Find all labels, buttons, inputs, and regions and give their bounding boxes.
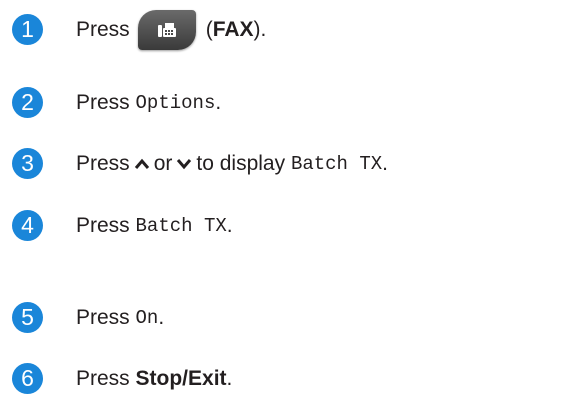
step-number-badge: 1 xyxy=(12,14,43,45)
batch-tx-label: Batch TX xyxy=(290,152,383,175)
period: . xyxy=(382,151,388,175)
step-number-badge: 2 xyxy=(12,87,43,118)
step-verb: Press xyxy=(76,366,130,390)
step-text: Press Stop/Exit. xyxy=(76,363,232,394)
fax-button-icon xyxy=(137,9,196,50)
step-text: Press Batch TX. xyxy=(76,210,233,241)
paren-close: ). xyxy=(253,17,267,41)
chevron-down-icon xyxy=(177,158,192,169)
stop-exit-label: Stop/Exit xyxy=(135,366,227,390)
step-verb: Press xyxy=(76,90,130,114)
chevron-up-icon xyxy=(134,158,149,169)
step-text: Press (FAX). xyxy=(76,9,267,50)
period: . xyxy=(215,90,222,114)
step-verb: Press xyxy=(76,213,130,237)
paren-open: ( xyxy=(205,17,213,41)
step-text: Press Options. xyxy=(76,87,221,118)
period: . xyxy=(226,366,233,390)
display-text: to display xyxy=(196,151,286,175)
step-text: Press or to display Batch TX. xyxy=(76,148,388,179)
step-number-badge: 6 xyxy=(12,363,43,394)
fax-label: FAX xyxy=(212,17,254,41)
period: . xyxy=(226,213,233,237)
options-label: Options xyxy=(135,91,216,114)
step-number-badge: 5 xyxy=(12,302,43,333)
step-verb: Press xyxy=(76,151,130,175)
step-verb: Press xyxy=(76,305,130,329)
period: . xyxy=(158,305,165,329)
batch-tx-label: Batch TX xyxy=(135,214,227,237)
on-label: On xyxy=(135,306,159,329)
step-number-badge: 3 xyxy=(12,148,43,179)
or-text: or xyxy=(153,151,173,175)
step-number-badge: 4 xyxy=(12,210,43,241)
step-text: Press On. xyxy=(76,302,164,333)
fax-icon xyxy=(157,22,176,37)
step-verb: Press xyxy=(76,17,130,41)
